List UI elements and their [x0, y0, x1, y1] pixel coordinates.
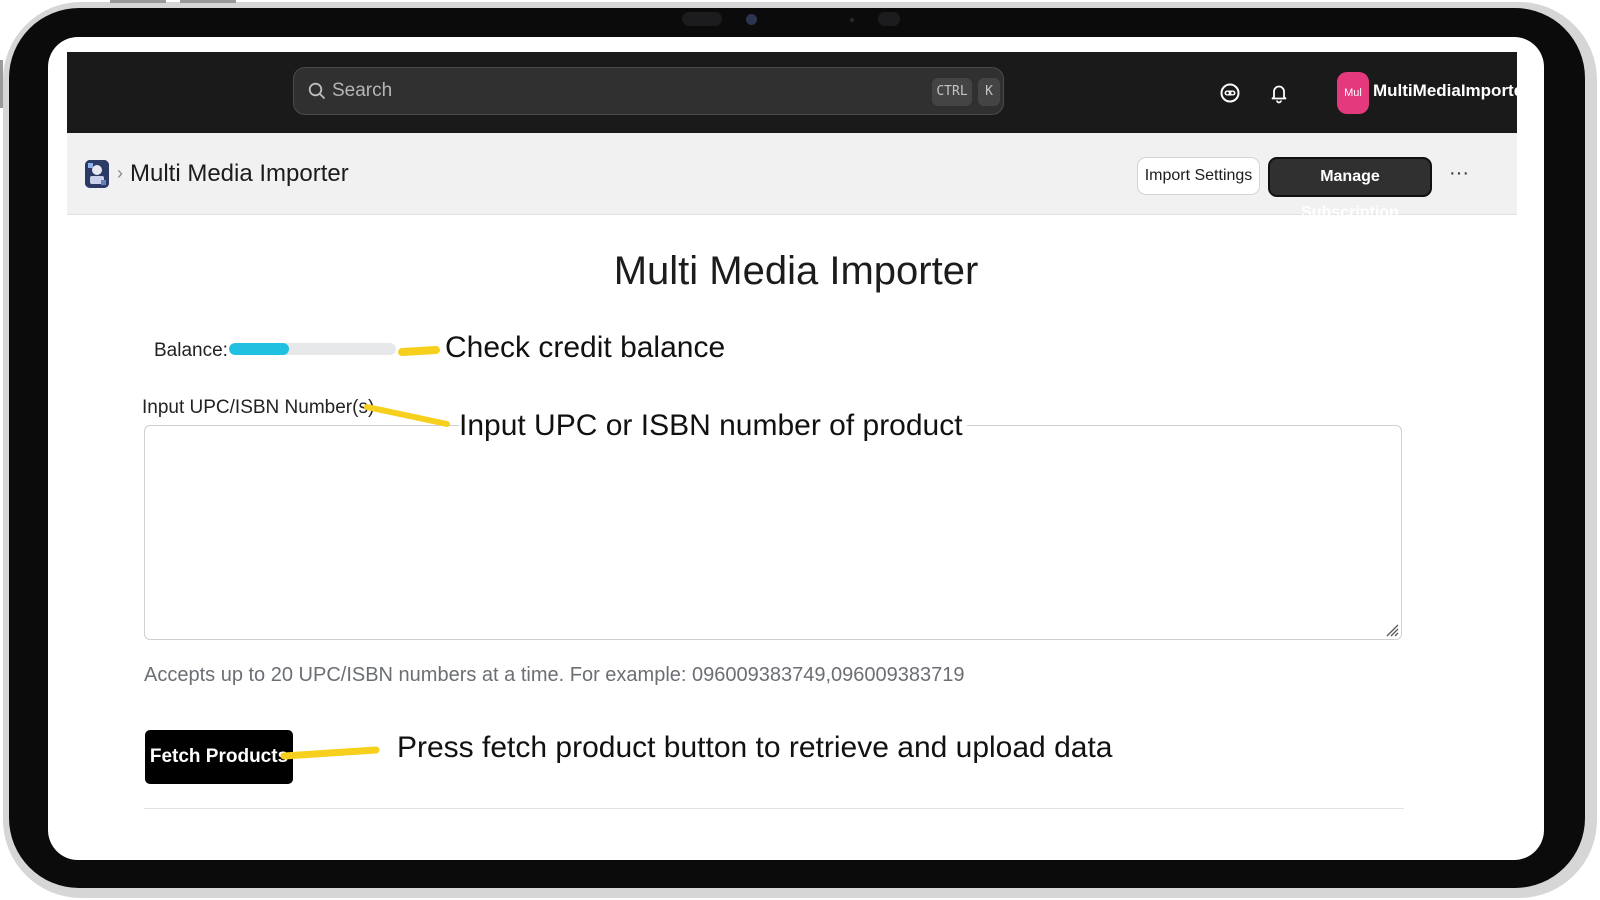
notifications-button[interactable]: [1264, 78, 1294, 108]
divider: [144, 808, 1404, 809]
import-settings-button[interactable]: Import Settings: [1137, 157, 1260, 195]
search-icon: [308, 82, 325, 99]
upc-input-label: Input UPC/ISBN Number(s): [142, 397, 375, 418]
upc-isbn-textarea[interactable]: [144, 425, 1402, 640]
sensor-pill: [682, 12, 722, 26]
assistant-button[interactable]: [1215, 78, 1245, 108]
shortcut-key-k: K: [978, 78, 1000, 106]
balance-label: Balance:: [154, 340, 228, 361]
fetch-products-button[interactable]: Fetch Products: [145, 730, 293, 784]
tablet-top-button: [180, 0, 236, 3]
resize-handle-icon[interactable]: [1383, 621, 1399, 637]
app-logo-icon[interactable]: [85, 160, 109, 188]
camera-lens: [746, 14, 757, 25]
shop-name[interactable]: MultiMediaImporter: [1373, 81, 1530, 101]
sensor-dot: [850, 18, 854, 22]
balance-marker: [398, 346, 440, 356]
manage-subscription-button[interactable]: Manage Subscription: [1268, 157, 1432, 221]
tablet-top-button: [110, 0, 166, 3]
input-marker: [364, 404, 450, 427]
search-placeholder: Search: [332, 80, 393, 101]
annotation-balance: Check credit balance: [445, 331, 726, 364]
annotation-input: Input UPC or ISBN number of product: [459, 409, 967, 443]
chevron-right-icon: ›: [117, 163, 123, 183]
search-input[interactable]: Search CTRL K: [293, 67, 1004, 115]
avatar[interactable]: Mul: [1337, 72, 1369, 114]
help-text: Accepts up to 20 UPC/ISBN numbers at a t…: [144, 664, 965, 686]
breadcrumb-title: Multi Media Importer: [130, 160, 349, 187]
shortcut-key-ctrl: CTRL: [932, 78, 972, 106]
annotation-fetch: Press fetch product button to retrieve a…: [397, 731, 1113, 764]
balance-bar: [229, 343, 396, 355]
page-title: Multi Media Importer: [613, 249, 979, 293]
tablet-screen: Search CTRL K Mul MultiMediaImporter › M…: [48, 37, 1544, 860]
more-actions-button[interactable]: ···: [1445, 163, 1473, 187]
bell-icon: [1271, 85, 1287, 104]
assistant-icon: [1220, 83, 1240, 103]
balance-bar-fill: [229, 343, 290, 355]
tablet-side-button: [0, 60, 3, 108]
page-header: › Multi Media Importer Import Settings M…: [67, 133, 1517, 221]
admin-topbar: Search CTRL K Mul MultiMediaImporter: [67, 52, 1530, 133]
fetch-marker: [280, 746, 380, 760]
sensor-pill: [878, 12, 900, 26]
